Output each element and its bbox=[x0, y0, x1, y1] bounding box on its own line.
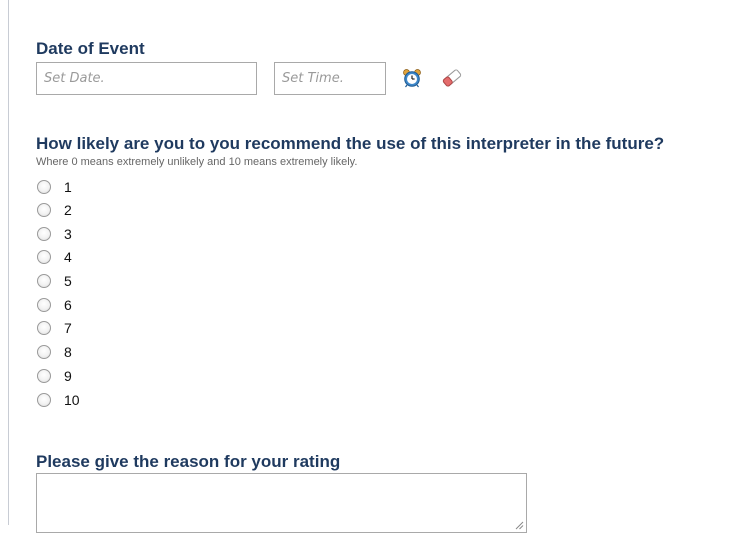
option-label: 6 bbox=[64, 297, 72, 313]
rating-option-3[interactable]: 3 bbox=[37, 224, 72, 244]
rating-option-1[interactable]: 1 bbox=[37, 177, 72, 197]
reason-textarea[interactable] bbox=[36, 473, 527, 533]
option-label: 9 bbox=[64, 368, 72, 384]
rating-option-4[interactable]: 4 bbox=[37, 247, 72, 267]
radio-button[interactable] bbox=[37, 180, 51, 194]
rating-option-10[interactable]: 10 bbox=[37, 390, 80, 410]
rating-option-9[interactable]: 9 bbox=[37, 366, 72, 386]
option-label: 3 bbox=[64, 226, 72, 242]
option-label: 4 bbox=[64, 249, 72, 265]
radio-button[interactable] bbox=[37, 393, 51, 407]
radio-button[interactable] bbox=[37, 369, 51, 383]
option-label: 5 bbox=[64, 273, 72, 289]
date-of-event-label: Date of Event bbox=[36, 39, 145, 58]
radio-button[interactable] bbox=[37, 345, 51, 359]
radio-button[interactable] bbox=[37, 298, 51, 312]
radio-button[interactable] bbox=[37, 250, 51, 264]
rating-option-5[interactable]: 5 bbox=[37, 271, 72, 291]
option-label: 10 bbox=[64, 392, 80, 408]
eraser-icon[interactable] bbox=[441, 69, 463, 87]
rating-help-text: Where 0 means extremely unlikely and 10 … bbox=[36, 156, 358, 168]
option-label: 2 bbox=[64, 202, 72, 218]
rating-option-2[interactable]: 2 bbox=[37, 200, 72, 220]
rating-option-7[interactable]: 7 bbox=[37, 318, 72, 338]
alarm-clock-icon[interactable] bbox=[402, 68, 422, 88]
option-label: 7 bbox=[64, 320, 72, 336]
rating-option-8[interactable]: 8 bbox=[37, 342, 72, 362]
radio-button[interactable] bbox=[37, 227, 51, 241]
rating-question-label: How likely are you to you recommend the … bbox=[36, 134, 665, 153]
rating-option-6[interactable]: 6 bbox=[37, 295, 72, 315]
option-label: 8 bbox=[64, 344, 72, 360]
resize-grip-icon[interactable] bbox=[515, 521, 524, 530]
set-time-field[interactable]: Set Time. bbox=[274, 62, 386, 95]
radio-button[interactable] bbox=[37, 274, 51, 288]
set-date-field[interactable]: Set Date. bbox=[36, 62, 257, 95]
radio-button[interactable] bbox=[37, 203, 51, 217]
radio-button[interactable] bbox=[37, 321, 51, 335]
reason-label: Please give the reason for your rating bbox=[36, 452, 341, 471]
left-divider bbox=[8, 0, 9, 525]
option-label: 1 bbox=[64, 179, 72, 195]
